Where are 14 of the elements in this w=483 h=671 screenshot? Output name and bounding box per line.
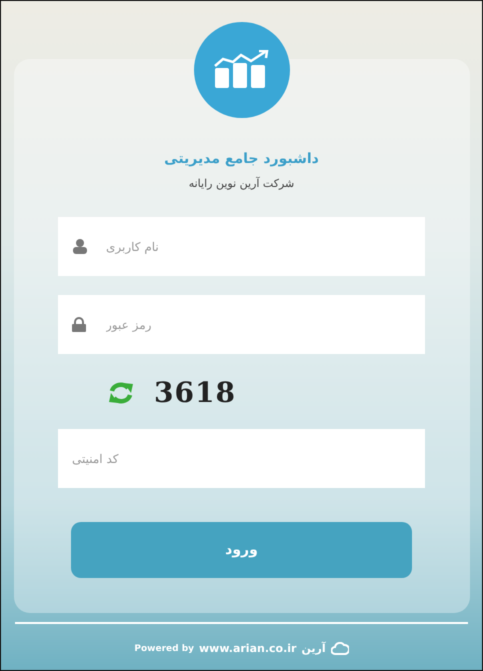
- powered-by-label: Powered by: [134, 644, 194, 654]
- user-icon: [72, 239, 88, 254]
- login-button[interactable]: ورود: [71, 522, 412, 578]
- cloud-icon: [330, 642, 349, 655]
- captcha-field[interactable]: کد امنیتی: [58, 429, 425, 488]
- brand-logo-text: آرین: [301, 642, 326, 655]
- lock-icon: [72, 317, 86, 332]
- website-link[interactable]: www.arian.co.ir: [199, 642, 296, 655]
- refresh-icon[interactable]: [108, 382, 134, 404]
- app-title: داشبورد جامع مدیریتی: [164, 151, 319, 167]
- username-field[interactable]: نام کاربری: [58, 217, 425, 276]
- chart-growth-icon: [212, 50, 270, 90]
- company-name: شرکت آرین نوین رایانه: [188, 177, 294, 190]
- captcha-code: 3618: [154, 376, 236, 409]
